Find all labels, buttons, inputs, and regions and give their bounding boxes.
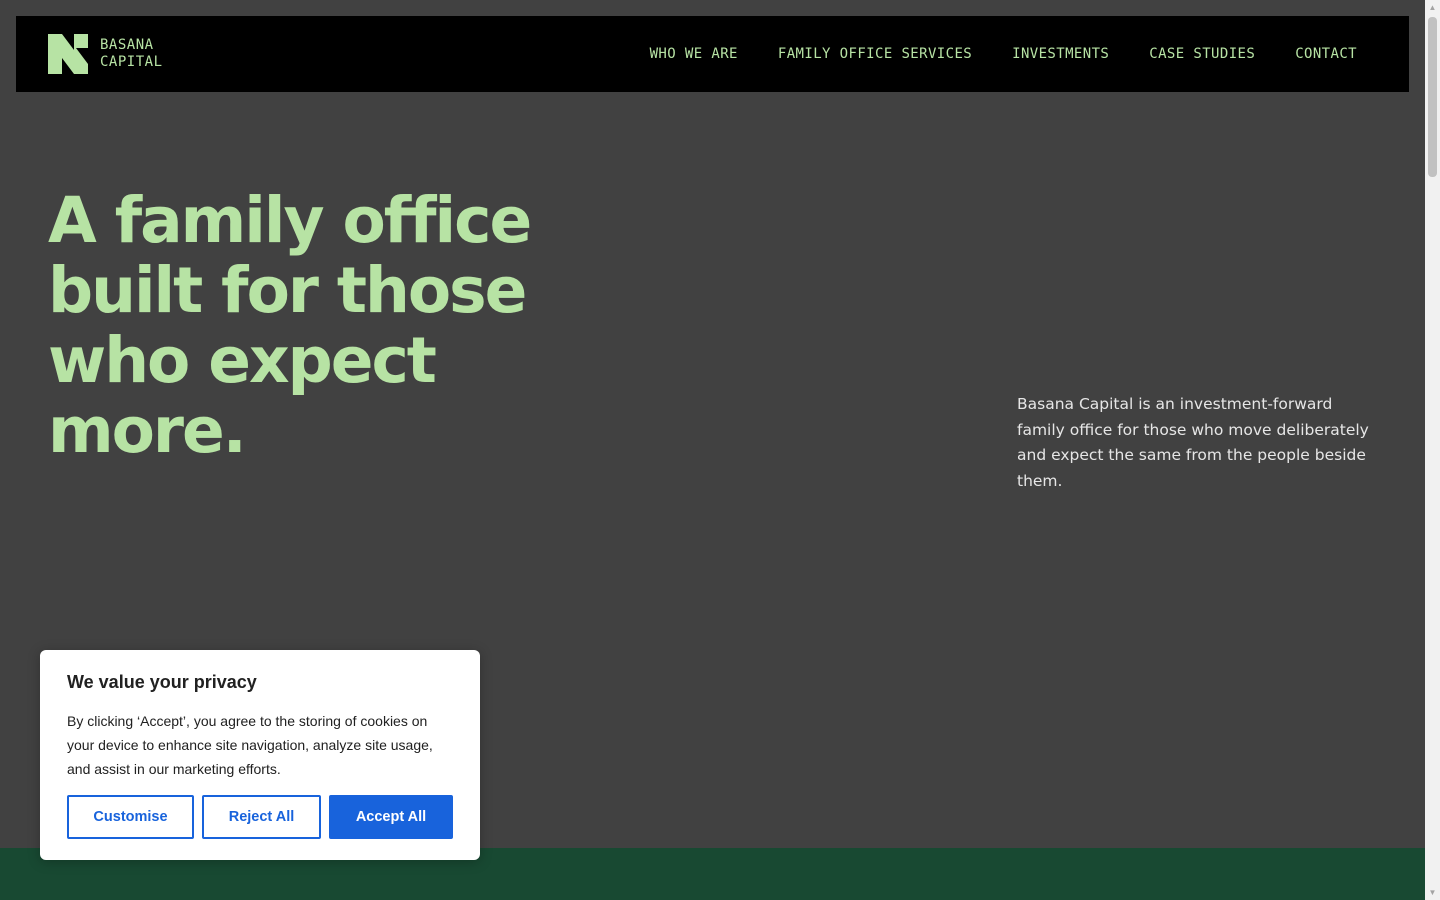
accept-all-button[interactable]: Accept All — [329, 795, 453, 839]
basana-logo-icon — [48, 34, 88, 74]
scroll-up-arrow-icon[interactable]: ▲ — [1425, 0, 1440, 15]
nav-who-we-are[interactable]: WHO WE ARE — [650, 46, 738, 62]
customise-button[interactable]: Customise — [67, 795, 194, 839]
cookie-banner-body: By clicking ‘Accept’, you agree to the s… — [67, 713, 433, 777]
cookie-consent-banner: We value your privacy By clicking ‘Accep… — [40, 650, 480, 860]
cookie-banner-title: We value your privacy — [67, 672, 257, 692]
cookie-banner-actions: Customise Reject All Accept All — [67, 795, 453, 839]
main-nav: WHO WE ARE FAMILY OFFICE SERVICES INVEST… — [610, 16, 1357, 92]
reject-all-button[interactable]: Reject All — [202, 795, 321, 839]
navbar: BASANA CAPITAL WHO WE ARE FAMILY OFFICE … — [16, 16, 1409, 92]
page: BASANA CAPITAL WHO WE ARE FAMILY OFFICE … — [0, 0, 1425, 900]
vertical-scrollbar[interactable]: ▲ ▼ — [1425, 0, 1440, 900]
logo[interactable]: BASANA CAPITAL — [48, 34, 163, 74]
logo-line-2: CAPITAL — [100, 54, 163, 70]
nav-contact[interactable]: CONTACT — [1295, 46, 1357, 62]
hero-description: Basana Capital is an investment-forward … — [1017, 395, 1369, 490]
scroll-down-arrow-icon[interactable]: ▼ — [1425, 885, 1440, 900]
logo-line-1: BASANA — [100, 37, 154, 53]
nav-case-studies[interactable]: CASE STUDIES — [1149, 46, 1255, 62]
nav-family-office-services[interactable]: FAMILY OFFICE SERVICES — [778, 46, 972, 62]
scrollbar-thumb[interactable] — [1428, 17, 1437, 177]
nav-investments[interactable]: INVESTMENTS — [1012, 46, 1109, 62]
hero-title: A family office built for those who expe… — [48, 184, 532, 467]
logo-wordmark: BASANA CAPITAL — [100, 37, 163, 71]
